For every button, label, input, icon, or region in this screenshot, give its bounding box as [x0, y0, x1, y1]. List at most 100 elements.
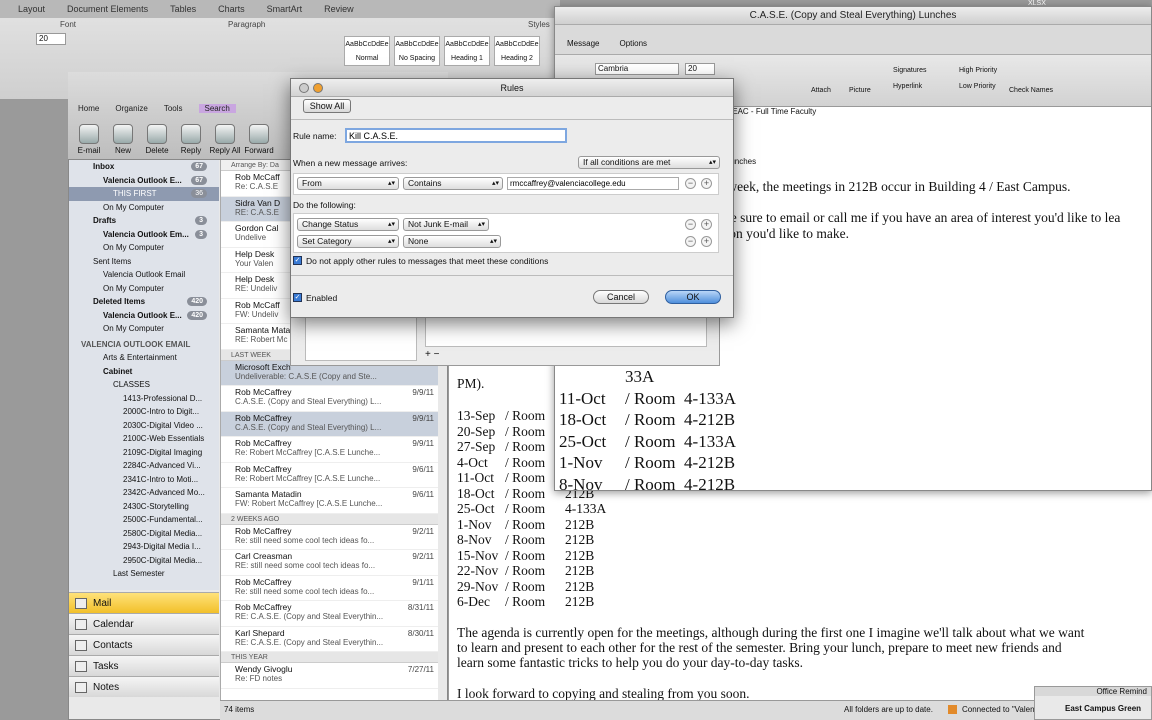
folder-last-semester[interactable]: Last Semester [69, 567, 219, 581]
folder-inbox[interactable]: Inbox 67 [69, 160, 219, 174]
folder-drafts[interactable]: Drafts 3 [69, 214, 219, 228]
folder-class[interactable]: 2341C-Intro to Moti... [69, 473, 219, 487]
folder-class[interactable]: 2109C-Digital Imaging [69, 446, 219, 460]
compose-size[interactable]: 20 [685, 63, 715, 75]
word-tab-review[interactable]: Review [324, 4, 354, 14]
tab-organize[interactable]: Organize [115, 104, 147, 113]
remove-action-icon[interactable]: − [685, 219, 696, 230]
message-row[interactable]: Rob McCaffrey Re: still need some cool te… [221, 576, 438, 601]
nav-calendar[interactable]: Calendar [69, 613, 219, 634]
signatures-button[interactable]: Signatures [893, 67, 926, 74]
add-remove-icon[interactable]: + − [425, 349, 439, 360]
folder-inbox-local[interactable]: On My Computer [69, 201, 219, 215]
show-all-button[interactable]: Show All [303, 99, 351, 113]
ok-button[interactable]: OK [665, 290, 721, 304]
nav-mail[interactable]: Mail [69, 592, 219, 613]
folder-cabinet[interactable]: Cabinet [69, 365, 219, 379]
word-tab-charts[interactable]: Charts [218, 4, 245, 14]
cancel-button[interactable]: Cancel [593, 290, 649, 304]
folder-sent-valencia[interactable]: Valencia Outlook Email [69, 268, 219, 282]
action-1-select[interactable]: Change Status ▴▾ [297, 218, 399, 231]
folder-deleted-valencia[interactable]: Valencia Outlook E... 420 [69, 309, 219, 323]
folder-deleted-local[interactable]: On My Computer [69, 322, 219, 336]
message-row[interactable]: Rob McCaffrey RE: C.A.S.E. (Copy and Stea… [221, 601, 438, 627]
action-1-value-select[interactable]: Not Junk E-mail ▴▾ [403, 218, 489, 231]
folder-drafts-valencia[interactable]: Valencia Outlook Em... 3 [69, 228, 219, 242]
folder-classes[interactable]: CLASSES [69, 378, 219, 392]
style-no-spacing[interactable]: AaBbCcDdEe No Spacing [394, 36, 440, 66]
nav-notes[interactable]: Notes [69, 676, 219, 697]
new-item-button[interactable]: New [106, 124, 140, 155]
rules-list[interactable] [305, 311, 417, 361]
word-tab-layout[interactable]: Layout [18, 4, 45, 14]
forward-button[interactable]: Forward [242, 124, 276, 155]
nav-tasks[interactable]: Tasks [69, 655, 219, 676]
add-condition-icon[interactable]: + [701, 178, 712, 189]
conditions-mode-select[interactable]: If all conditions are met ▴▾ [578, 156, 720, 169]
style-heading-2[interactable]: AaBbCcDdEe Heading 2 [494, 36, 540, 66]
tab-tools[interactable]: Tools [164, 104, 183, 113]
folder-drafts-local[interactable]: On My Computer [69, 241, 219, 255]
folder-sent[interactable]: Sent Items [69, 255, 219, 269]
compose-tab-options[interactable]: Options [619, 39, 647, 48]
message-row[interactable]: Karl Shepard RE: C.A.S.E. (Copy and Steal… [221, 627, 438, 652]
delete-button[interactable]: Delete [140, 124, 174, 155]
folder-class[interactable]: 2100C-Web Essentials [69, 432, 219, 446]
no-other-rules-checkbox[interactable]: ✓ [293, 256, 302, 265]
high-priority-button[interactable]: High Priority [959, 67, 997, 74]
folder-class[interactable]: 2342C-Advanced Mo... [69, 486, 219, 500]
word-font-size[interactable]: 20 [36, 33, 66, 45]
condition-op-select[interactable]: Contains ▴▾ [403, 177, 503, 190]
condition-value-input[interactable] [507, 177, 679, 190]
folder-class[interactable]: 2500C-Fundamental... [69, 513, 219, 527]
attach-button[interactable]: Attach [811, 87, 831, 94]
folder-arts[interactable]: Arts & Entertainment [69, 351, 219, 365]
picture-button[interactable]: Picture [849, 87, 871, 94]
folder-this-first[interactable]: THIS FIRST 36 [69, 187, 219, 201]
reply-button[interactable]: Reply [174, 124, 208, 155]
message-row[interactable]: Rob McCaffrey Re: Robert McCaffrey [C.A.S… [221, 463, 438, 488]
folder-class[interactable]: 2430C-Storytelling [69, 500, 219, 514]
reminder-item[interactable]: East Campus Green [1035, 704, 1151, 713]
add-action-icon[interactable]: + [701, 236, 712, 247]
folder-class[interactable]: 2284C-Advanced Vi... [69, 459, 219, 473]
message-row[interactable]: Rob McCaffrey Re: still need some cool te… [221, 525, 438, 550]
folder-inbox-valencia[interactable]: Valencia Outlook E... 67 [69, 174, 219, 188]
compose-to-field[interactable]: L - EAC - Full Time Faculty [721, 107, 816, 116]
hyperlink-button[interactable]: Hyperlink [893, 83, 922, 90]
message-row[interactable]: Rob McCaffrey C.A.S.E. (Copy and Steal Ev… [221, 386, 438, 412]
folder-class[interactable]: 2950C-Digital Media... [69, 554, 219, 568]
enabled-checkbox[interactable]: ✓ [293, 293, 302, 302]
folder-deleted[interactable]: Deleted Items 420 [69, 295, 219, 309]
word-tab-smartart[interactable]: SmartArt [267, 4, 303, 14]
remove-condition-icon[interactable]: − [685, 178, 696, 189]
folder-class[interactable]: 1413-Professional D... [69, 392, 219, 406]
folder-class[interactable]: 2000C-Intro to Digit... [69, 405, 219, 419]
low-priority-button[interactable]: Low Priority [959, 83, 996, 90]
tab-search[interactable]: Search [198, 104, 236, 113]
close-icon[interactable] [299, 83, 309, 93]
message-row[interactable]: Wendy Givoglu Re: FD notes 7/27/11 [221, 663, 438, 689]
minimize-icon[interactable] [313, 83, 323, 93]
check-names-button[interactable]: Check Names [1009, 87, 1053, 94]
new-email-button[interactable]: E-mail [72, 124, 106, 155]
tab-home[interactable]: Home [78, 104, 99, 113]
message-row[interactable]: Rob McCaffrey C.A.S.E. (Copy and Steal Ev… [221, 411, 438, 437]
message-row[interactable]: Rob McCaffrey Re: Robert McCaffrey [C.A.S… [221, 437, 438, 463]
folder-class[interactable]: 2030C-Digital Video ... [69, 419, 219, 433]
add-action-icon[interactable]: + [701, 219, 712, 230]
compose-font[interactable]: Cambria [595, 63, 679, 75]
rule-name-input[interactable] [345, 128, 567, 143]
message-row[interactable]: Samanta Matadin FW: Robert McCaffrey [C.A… [221, 488, 438, 514]
style-normal[interactable]: AaBbCcDdEe Normal [344, 36, 390, 66]
word-tab-tables[interactable]: Tables [170, 4, 196, 14]
reply-all-button[interactable]: Reply All [208, 124, 242, 155]
folder-sent-local[interactable]: On My Computer [69, 282, 219, 296]
compose-tab-message[interactable]: Message [567, 39, 599, 48]
folder-class[interactable]: 2943-Digital Media I... [69, 540, 219, 554]
nav-contacts[interactable]: Contacts [69, 634, 219, 655]
word-tab-document-elements[interactable]: Document Elements [67, 4, 148, 14]
action-2-value-select[interactable]: None ▴▾ [403, 235, 501, 248]
condition-field-select[interactable]: From ▴▾ [297, 177, 399, 190]
remove-action-icon[interactable]: − [685, 236, 696, 247]
